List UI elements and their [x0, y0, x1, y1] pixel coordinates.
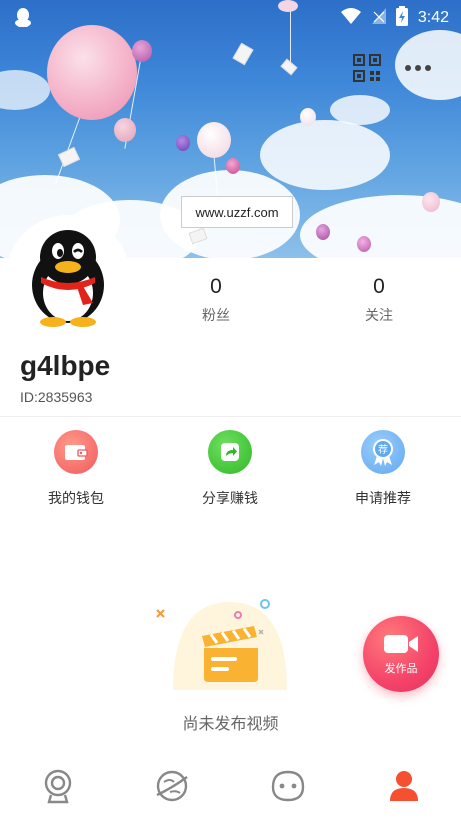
- status-time: 3:42: [417, 9, 449, 26]
- nav-messages-tab[interactable]: [268, 766, 308, 806]
- watermark: www.uzzf.com: [181, 196, 293, 228]
- clapperboard-icon: [155, 598, 295, 698]
- followers-label: 粉丝: [202, 308, 230, 324]
- wallet-icon: [54, 430, 98, 474]
- publish-work-button[interactable]: 发作品: [363, 616, 439, 692]
- share-earn-button[interactable]: 分享赚钱: [175, 430, 285, 508]
- following-stat[interactable]: 0 关注: [334, 275, 424, 325]
- status-bar: 3:42: [0, 0, 461, 34]
- nav-me-tab[interactable]: [384, 766, 424, 806]
- wifi-icon: [340, 7, 362, 29]
- qr-code-icon[interactable]: [353, 54, 381, 82]
- bottom-nav: [0, 752, 461, 821]
- face-icon: [271, 770, 305, 802]
- qq-penguin-avatar: [32, 230, 104, 327]
- share-icon: [208, 430, 252, 474]
- nav-discover-tab[interactable]: [152, 766, 192, 806]
- recommend-badge-text: 荐: [378, 444, 388, 456]
- publish-work-label: 发作品: [384, 662, 418, 675]
- recommend-badge-icon: 荐: [361, 430, 405, 474]
- following-count: 0: [373, 275, 385, 298]
- qq-notification-icon: [12, 6, 34, 32]
- nav-camera-tab[interactable]: [38, 766, 78, 806]
- avatar[interactable]: [6, 215, 130, 339]
- webcam-icon: [44, 769, 72, 804]
- battery-charging-icon: [395, 6, 408, 30]
- my-wallet-label: 我的钱包: [48, 491, 104, 507]
- more-icon[interactable]: [405, 58, 437, 78]
- no-signal-icon: [371, 8, 386, 28]
- apply-recommend-button[interactable]: 荐 申请推荐: [328, 430, 438, 508]
- apply-recommend-label: 申请推荐: [355, 491, 411, 507]
- my-wallet-button[interactable]: 我的钱包: [21, 430, 131, 508]
- share-earn-label: 分享赚钱: [202, 491, 258, 507]
- followers-stat[interactable]: 0 粉丝: [171, 275, 261, 325]
- followers-count: 0: [210, 275, 222, 298]
- following-label: 关注: [365, 308, 393, 324]
- planet-icon: [156, 770, 188, 802]
- divider: [0, 416, 461, 417]
- user-id: ID:2835963: [20, 389, 93, 405]
- video-camera-icon: [384, 635, 418, 653]
- person-icon: [390, 771, 418, 801]
- empty-state-text: 尚未发布视频: [182, 714, 279, 733]
- username: g4lbpe: [20, 350, 111, 381]
